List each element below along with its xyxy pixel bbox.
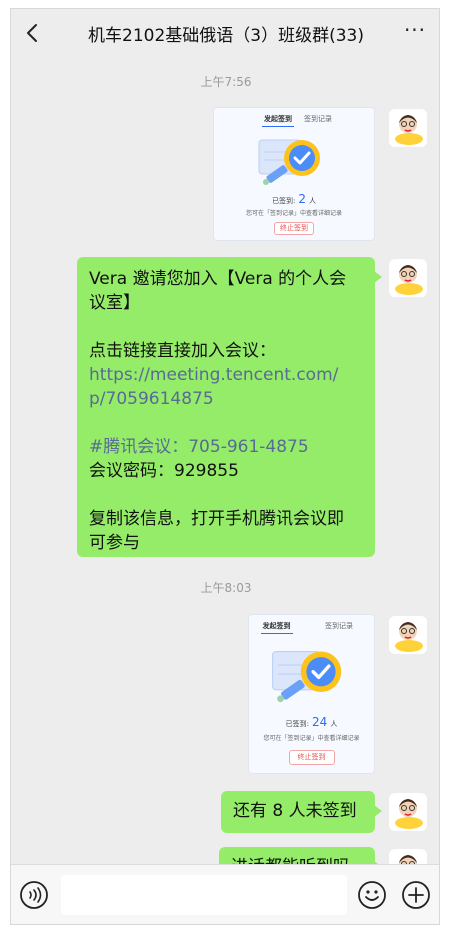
chat-title: 机车2102基础俄语（3）班级群(33) [88,26,364,46]
message-text: 还有 8 人未签到 [233,801,357,821]
check-illustration-icon [267,639,357,709]
text-message[interactable]: 还有 8 人未签到 [221,791,382,833]
tab-sign-in-records[interactable]: 签到记录 [304,114,332,124]
avatar[interactable] [389,259,427,297]
invite-line-4: 复制该信息，打开手机腾讯会议即 [89,509,344,529]
chat-header: 机车2102基础俄语（3）班级群(33) ··· [11,9,439,57]
invite-line-1: Vera 邀请您加入【Vera 的个人会 [89,269,347,289]
card-hint: 您可在「签到记录」中查看详细记录 [263,735,360,742]
back-icon[interactable] [19,19,47,47]
emoji-icon[interactable] [357,880,387,910]
avatar[interactable] [389,616,427,654]
signed-count-row: 已签到: 24 人 [249,715,374,729]
meeting-link[interactable]: https://meeting.tencent.com/ [89,363,363,387]
check-illustration-icon [254,130,334,190]
avatar[interactable] [389,793,427,831]
signed-count: 2 [298,192,306,206]
invite-line-3: 点击链接直接加入会议： [89,341,276,361]
plus-icon[interactable] [401,880,431,910]
signed-count: 24 [312,715,328,729]
sign-in-card[interactable]: 发起签到 签到记录 已签到: 24 人 您可在「签到记录」中查看详细记录 终止签到 [248,614,375,774]
card-hint: 您可在「签到记录」中查看详细记录 [245,210,342,217]
signed-count-row: 已签到: 2 人 [214,192,374,206]
input-bar [11,864,439,924]
stop-sign-in-button[interactable]: 终止签到 [288,750,335,765]
signed-label: 已签到: [285,720,310,728]
timestamp: 上午8:03 [200,581,252,595]
invite-line-5: 可参与 [89,533,140,553]
signed-unit: 人 [330,720,338,728]
voice-input-icon[interactable] [19,880,49,910]
sign-in-card[interactable]: 发起签到 签到记录 已签到: 2 人 您可在「签到记录」中查看详细记录 终止签到 [213,107,375,241]
tab-start-sign-in[interactable]: 发起签到 [260,621,293,634]
message-input[interactable] [61,875,347,915]
signed-label: 已签到: [272,197,296,205]
invite-line-2: 议室】 [89,293,140,313]
card-tabs: 发起签到 签到记录 [249,621,374,635]
more-options-icon[interactable]: ··· [401,19,429,47]
avatar[interactable] [389,109,427,147]
card-tabs: 发起签到 签到记录 [214,114,374,128]
meeting-invite-message[interactable]: Vera 邀请您加入【Vera 的个人会 议室】 点击链接直接加入会议： htt… [77,257,382,557]
chat-window: 机车2102基础俄语（3）班级群(33) ··· 上午7:56 发起签到 签到记… [10,8,440,925]
tab-sign-in-records[interactable]: 签到记录 [325,621,353,631]
signed-unit: 人 [309,197,316,205]
meeting-password: 会议密码：929855 [89,461,239,481]
stop-sign-in-button[interactable]: 终止签到 [274,222,314,235]
timestamp: 上午7:56 [200,75,252,89]
meeting-link-cont[interactable]: p/7059614875 [89,387,363,411]
meeting-tag[interactable]: #腾讯会议：705-961-4875 [89,435,363,459]
tab-start-sign-in[interactable]: 发起签到 [262,114,294,127]
